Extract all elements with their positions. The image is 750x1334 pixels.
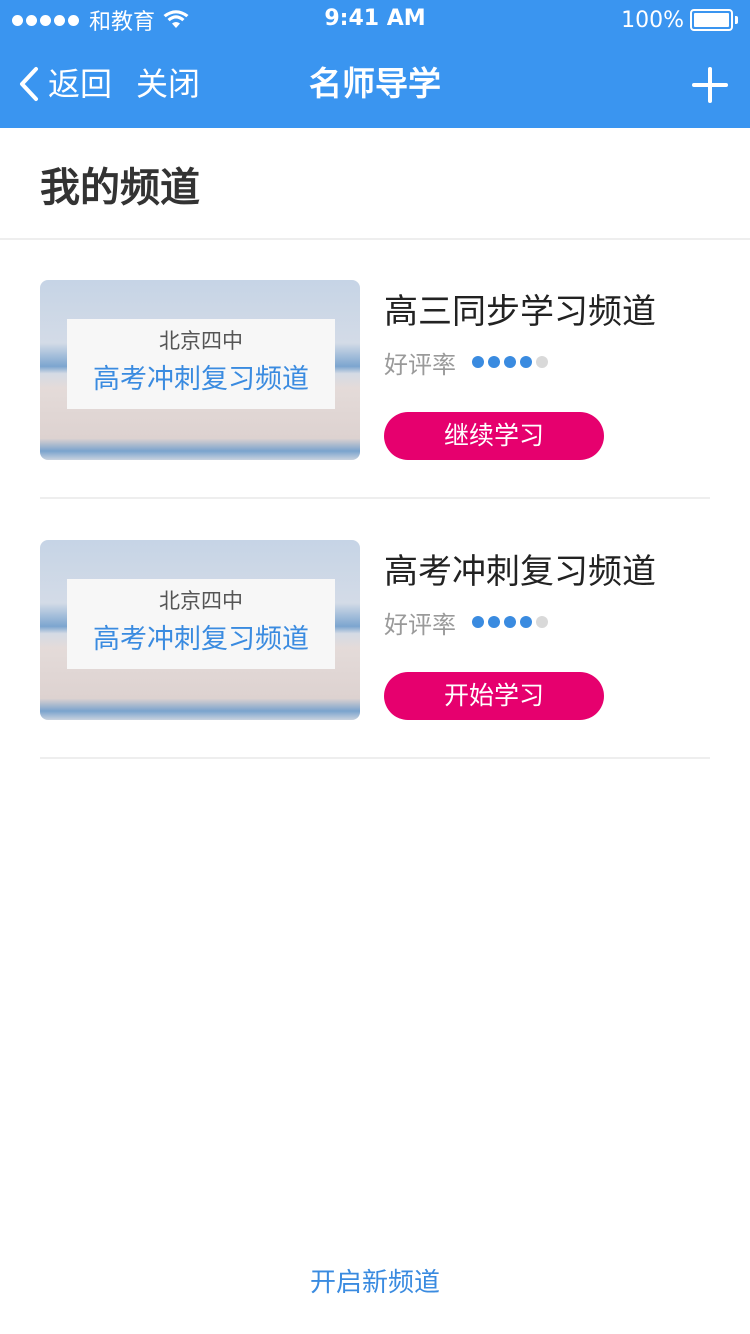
channel-thumbnail[interactable]: 北京四中 高考冲刺复习频道 [40, 280, 360, 460]
plus-icon[interactable] [692, 67, 728, 103]
channel-thumbnail[interactable]: 北京四中 高考冲刺复习频道 [40, 540, 360, 720]
chevron-left-icon [20, 67, 38, 101]
page: 和教育 9:41 AM 100% 返回 关闭 名师导学 我的频道 北京四中 高考… [0, 0, 750, 1334]
close-button[interactable]: 关闭 [136, 64, 200, 104]
rating-dots [472, 616, 548, 628]
battery-icon [690, 9, 738, 31]
rating-dot-filled [472, 616, 484, 628]
open-new-channel-link[interactable]: 开启新频道 [0, 1266, 750, 1300]
rating-label: 好评率 [384, 610, 456, 639]
rating-dot-filled [520, 616, 532, 628]
thumbnail-channel-name: 高考冲刺复习频道 [93, 624, 309, 655]
thumbnail-channel-name: 高考冲刺复习频道 [93, 364, 309, 395]
back-label: 返回 [48, 65, 113, 103]
rating-dot-filled [488, 356, 500, 368]
rating-dot-filled [504, 616, 516, 628]
back-button[interactable]: 返回 [18, 64, 112, 104]
rating-dot-empty [536, 356, 548, 368]
rating-dot-filled [472, 356, 484, 368]
rating-dot-filled [520, 356, 532, 368]
rating-label: 好评率 [384, 350, 456, 379]
channel-title[interactable]: 高考冲刺复习频道 [384, 550, 656, 594]
thumbnail-card: 北京四中 高考冲刺复习频道 [67, 579, 335, 669]
rating-dot-empty [536, 616, 548, 628]
rating-dot-filled [504, 356, 516, 368]
item-divider [40, 757, 710, 759]
rating-row: 好评率 [384, 604, 548, 640]
thumbnail-school: 北京四中 [159, 329, 243, 353]
section-title: 我的频道 [40, 165, 200, 211]
thumbnail-card: 北京四中 高考冲刺复习频道 [67, 319, 335, 409]
rating-dots [472, 356, 548, 368]
rating-row: 好评率 [384, 344, 548, 380]
status-bar: 和教育 9:41 AM 100% [0, 0, 750, 40]
navigation-bar: 返回 关闭 名师导学 [0, 40, 750, 128]
rating-dot-filled [488, 616, 500, 628]
item-divider [40, 497, 710, 499]
channel-item[interactable]: 北京四中 高考冲刺复习频道 高考冲刺复习频道 好评率 开始学习 [40, 540, 710, 720]
section-divider [0, 238, 750, 240]
thumbnail-school: 北京四中 [159, 589, 243, 613]
continue-learning-button[interactable]: 继续学习 [384, 412, 604, 460]
channel-title[interactable]: 高三同步学习频道 [384, 290, 656, 334]
page-title: 名师导学 [309, 64, 441, 103]
start-learning-button[interactable]: 开始学习 [384, 672, 604, 720]
status-right: 100% [621, 6, 738, 34]
battery-percentage: 100% [621, 7, 684, 33]
channel-item[interactable]: 北京四中 高考冲刺复习频道 高三同步学习频道 好评率 继续学习 [40, 280, 710, 460]
